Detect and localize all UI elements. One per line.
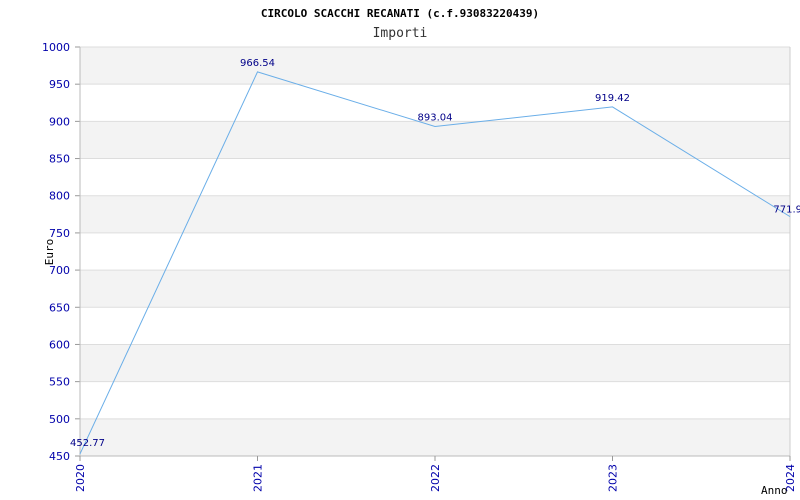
grid-band <box>80 418 790 456</box>
y-tick-label: 850 <box>49 153 70 166</box>
x-axis-label: Anno <box>761 484 788 497</box>
data-label: 966.54 <box>240 58 275 69</box>
grid-band <box>80 47 790 85</box>
y-tick-label: 950 <box>49 78 70 91</box>
y-tick-label: 600 <box>49 338 70 351</box>
axes <box>79 47 791 457</box>
chart-title: CIRCOLO SCACCHI RECANATI (c.f.9308322043… <box>261 7 539 20</box>
x-tick-label: 2023 <box>607 464 620 492</box>
chart: CIRCOLO SCACCHI RECANATI (c.f.9308322043… <box>42 7 800 497</box>
y-tick-label: 450 <box>49 450 70 463</box>
data-labels: 452.77 966.54 893.04 919.42 771.9 <box>70 58 800 449</box>
grid-band <box>80 344 790 382</box>
data-label: 919.42 <box>595 93 630 104</box>
x-tick-label: 2021 <box>252 464 265 492</box>
grid-band <box>80 195 790 233</box>
y-tick-label: 500 <box>49 413 70 426</box>
y-tick-label: 750 <box>49 227 70 240</box>
y-tick-label: 900 <box>49 115 70 128</box>
x-tick-labels: 2020 2021 2022 2023 2024 <box>74 456 797 492</box>
y-tick-label: 1000 <box>42 41 70 54</box>
y-tick-label: 650 <box>49 301 70 314</box>
x-tick-label: 2022 <box>429 464 442 492</box>
data-label: 771.9 <box>773 205 800 216</box>
y-axis-label: Euro <box>43 239 56 266</box>
data-label: 452.77 <box>70 438 105 449</box>
plot-bands <box>80 47 790 456</box>
data-label: 893.04 <box>418 113 453 124</box>
y-tick-label: 550 <box>49 376 70 389</box>
y-tick-label: 800 <box>49 190 70 203</box>
grid-band <box>80 270 790 308</box>
chart-subtitle: Importi <box>373 26 428 41</box>
x-tick-label: 2020 <box>74 464 87 492</box>
gridlines <box>75 46 790 457</box>
